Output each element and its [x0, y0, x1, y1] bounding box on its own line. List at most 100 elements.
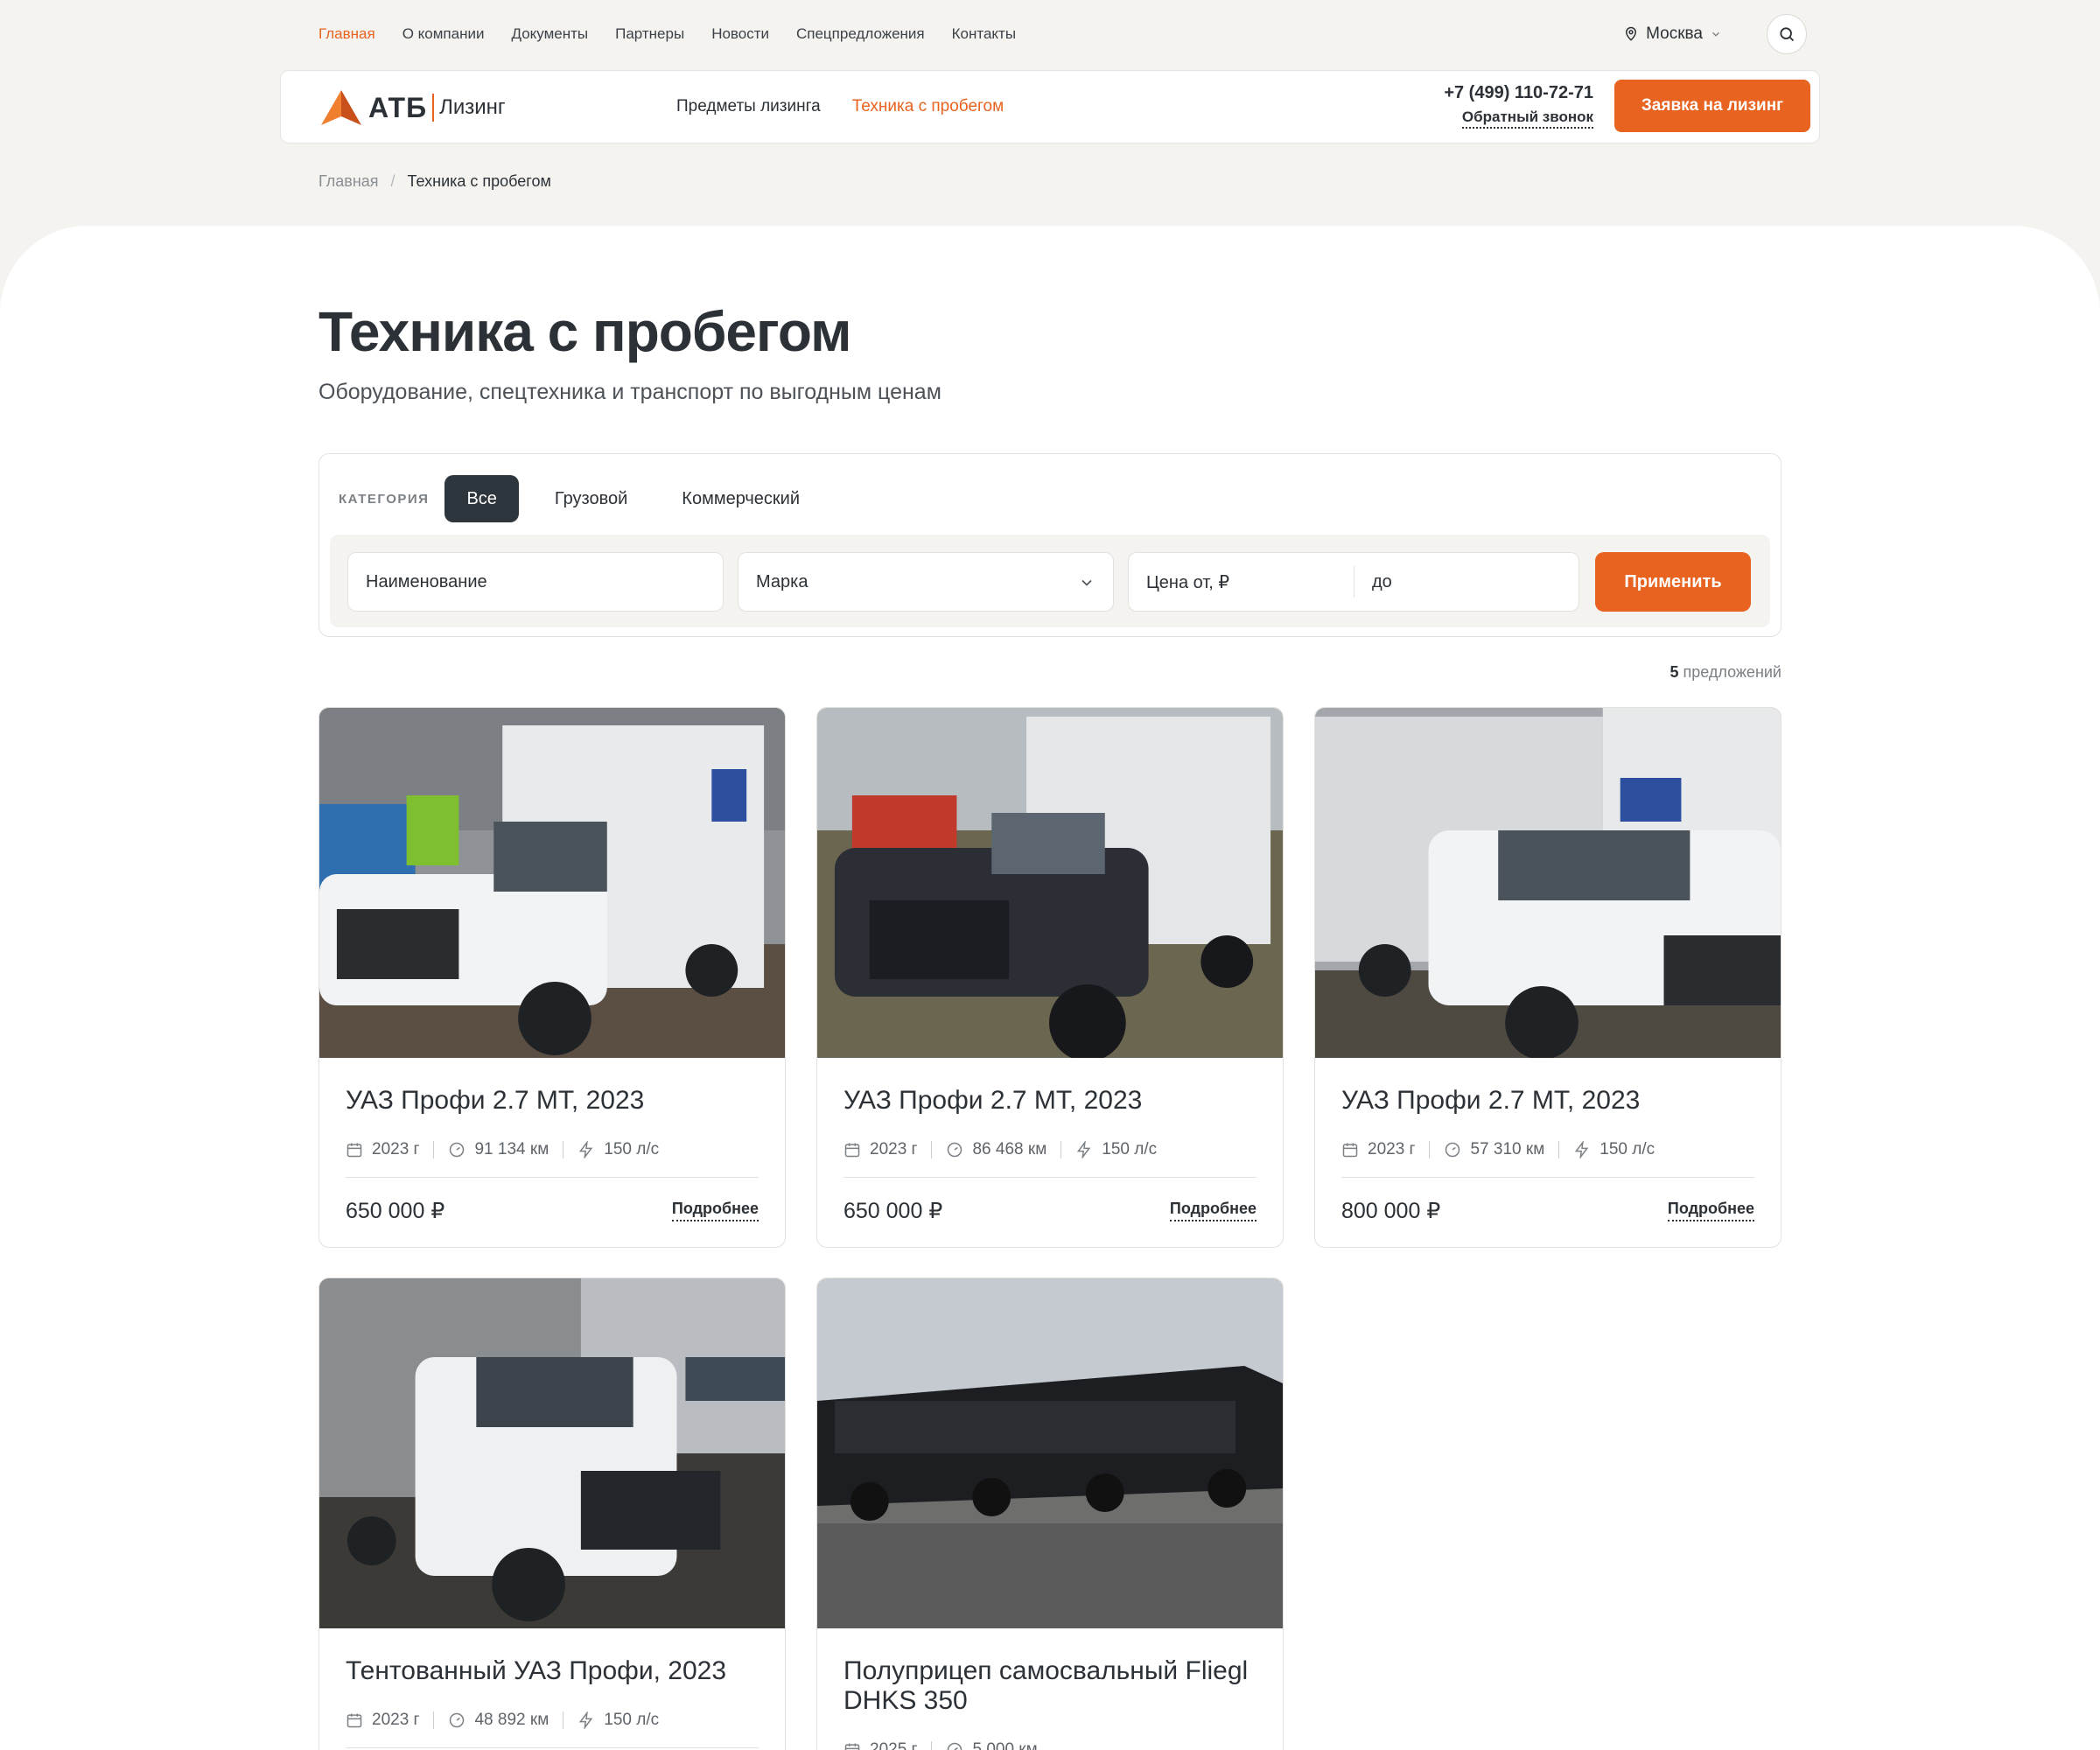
vehicle-photo [817, 1278, 1283, 1628]
price-from-placeholder: Цена от, ₽ [1146, 572, 1230, 592]
calendar-icon [844, 1743, 860, 1750]
spec-year: 2023 г [346, 1711, 419, 1730]
city-selector[interactable]: Москва [1623, 24, 1722, 44]
callback-link[interactable]: Обратный звонок [1461, 108, 1593, 129]
category-label: КАТЕГОРИЯ [339, 491, 430, 507]
logo[interactable]: АТБ Лизинг [319, 88, 506, 127]
spec-year: 2025 г [844, 1740, 917, 1750]
price-to-placeholder: до [1372, 571, 1392, 592]
logo-word: Лизинг [439, 95, 506, 119]
card-year: 2023 г [372, 1711, 420, 1729]
filter-fields: Наименование Марка Цена от, ₽ до Примени… [330, 535, 1770, 627]
card-title[interactable]: Тентованный УАЗ Профи, 2023 [346, 1656, 766, 1686]
speedometer-icon [450, 1142, 465, 1158]
location-pin-icon [1626, 26, 1637, 41]
site-header: АТБ Лизинг Предметы лизинга Техника с пр… [280, 70, 1820, 144]
card-title[interactable]: УАЗ Профи 2.7 MT, 2023 [844, 1086, 1264, 1116]
spec-year: 2023 г [844, 1140, 917, 1159]
phone-number[interactable]: +7 (499) 110-72-71 [1432, 83, 1593, 103]
topnav-link-home[interactable]: Главная [318, 25, 375, 43]
apply-filter-button[interactable]: Применить [1595, 552, 1751, 612]
page-subtitle: Оборудование, спецтехника и транспорт по… [318, 380, 942, 404]
card-price: 650 000 ₽ [346, 1199, 445, 1223]
chevron-down-icon [1082, 579, 1092, 586]
card-title[interactable]: Полуприцеп самосвальный Fliegl DHKS 350 [844, 1656, 1264, 1716]
spec-year: 2023 г [1341, 1140, 1415, 1159]
spec-mileage: 91 134 км [448, 1140, 549, 1159]
spec-power: 150 л/с [578, 1140, 659, 1159]
listing-card[interactable]: УАЗ Профи 2.7 MT, 2023 2023 г 57 310 км … [1314, 707, 1782, 1248]
category-all[interactable]: Все [444, 475, 519, 522]
listing-card[interactable]: Тентованный УАЗ Профи, 2023 2023 г 48 89… [318, 1278, 786, 1750]
card-price: 650 000 ₽ [844, 1199, 943, 1223]
price-from-input[interactable]: Цена от, ₽ [1129, 553, 1354, 611]
card-power: 150 л/с [604, 1140, 660, 1158]
speedometer-icon [1446, 1142, 1460, 1158]
card-divider [346, 1177, 759, 1178]
header-nav-used-equipment[interactable]: Техника с пробегом [852, 97, 1004, 116]
card-mileage: 5 000 км [972, 1740, 1038, 1750]
topnav-link-offers[interactable]: Спецпредложения [796, 25, 925, 43]
name-input-placeholder: Наименование [366, 571, 487, 592]
card-more-link[interactable]: Подробнее [1169, 1200, 1256, 1222]
category-cargo[interactable]: Грузовой [533, 475, 649, 522]
price-to-input[interactable]: до [1354, 566, 1578, 598]
vehicle-photo [319, 708, 785, 1058]
card-divider [346, 1747, 759, 1748]
brand-select[interactable]: Марка [738, 552, 1114, 612]
card-power: 150 л/с [1102, 1140, 1158, 1158]
breadcrumb-home[interactable]: Главная [318, 172, 379, 191]
card-power: 150 л/с [1600, 1140, 1656, 1158]
listing-card[interactable]: УАЗ Профи 2.7 MT, 2023 2023 г 86 468 км … [816, 707, 1284, 1248]
category-commercial[interactable]: Коммерческий [660, 475, 822, 522]
topnav-link-about[interactable]: О компании [402, 25, 485, 43]
lightning-icon [1077, 1141, 1091, 1158]
spec-year: 2023 г [346, 1140, 419, 1159]
page-title: Техника с пробегом [318, 300, 851, 363]
card-power: 150 л/с [604, 1711, 660, 1729]
card-year: 2023 г [372, 1140, 420, 1158]
spec-mileage: 48 892 км [448, 1711, 549, 1730]
breadcrumb-current: Техника с пробегом [407, 172, 551, 190]
speedometer-icon [948, 1742, 962, 1750]
lightning-icon [579, 1712, 593, 1729]
topnav-link-contacts[interactable]: Контакты [952, 25, 1016, 43]
listing-card[interactable]: Полуприцеп самосвальный Fliegl DHKS 350 … [816, 1278, 1284, 1750]
speedometer-icon [948, 1142, 962, 1158]
spec-mileage: 5 000 км [946, 1740, 1038, 1750]
logo-mark-icon [321, 90, 361, 125]
logo-abbr: АТБ [368, 91, 428, 123]
price-range: Цена от, ₽ до [1128, 552, 1579, 612]
listing-card[interactable]: УАЗ Профи 2.7 MT, 2023 2023 г 91 134 км … [318, 707, 786, 1248]
card-mileage: 48 892 км [474, 1711, 550, 1729]
card-more-link[interactable]: Подробнее [1667, 1200, 1754, 1222]
calendar-icon [346, 1713, 362, 1728]
header-nav: Предметы лизинга Техника с пробегом [676, 97, 1004, 116]
category-tabs: КАТЕГОРИЯ Все Грузовой Коммерческий [339, 475, 827, 522]
vehicle-photo [817, 708, 1283, 1058]
top-nav: Главная О компании Документы Партнеры Но… [318, 0, 1807, 68]
leasing-request-button[interactable]: Заявка на лизинг [1614, 80, 1810, 132]
card-specs: 2025 г 5 000 км [844, 1740, 1038, 1750]
contact-block: +7 (499) 110-72-71 Обратный звонок [1432, 83, 1593, 129]
spec-power: 150 л/с [578, 1711, 659, 1730]
breadcrumb: Главная / Техника с пробегом [318, 172, 551, 191]
header-nav-leasing-items[interactable]: Предметы лизинга [676, 97, 821, 116]
card-title[interactable]: УАЗ Профи 2.7 MT, 2023 [346, 1086, 766, 1116]
vehicle-photo [1315, 708, 1781, 1058]
card-year: 2025 г [870, 1740, 918, 1750]
chevron-down-icon [1712, 32, 1719, 37]
vehicle-photo [319, 1278, 785, 1628]
brand-select-placeholder: Марка [756, 571, 808, 592]
topnav-link-documents[interactable]: Документы [511, 25, 588, 43]
card-title[interactable]: УАЗ Профи 2.7 MT, 2023 [1341, 1086, 1761, 1116]
name-input[interactable]: Наименование [347, 552, 724, 612]
topnav-link-partners[interactable]: Партнеры [615, 25, 684, 43]
lightning-icon [579, 1141, 593, 1158]
card-divider [1341, 1177, 1754, 1178]
city-name: Москва [1646, 24, 1703, 43]
topnav-link-news[interactable]: Новости [711, 25, 769, 43]
card-more-link[interactable]: Подробнее [671, 1200, 759, 1222]
filter-panel: КАТЕГОРИЯ Все Грузовой Коммерческий Наим… [318, 453, 1782, 637]
search-button[interactable] [1767, 14, 1807, 54]
